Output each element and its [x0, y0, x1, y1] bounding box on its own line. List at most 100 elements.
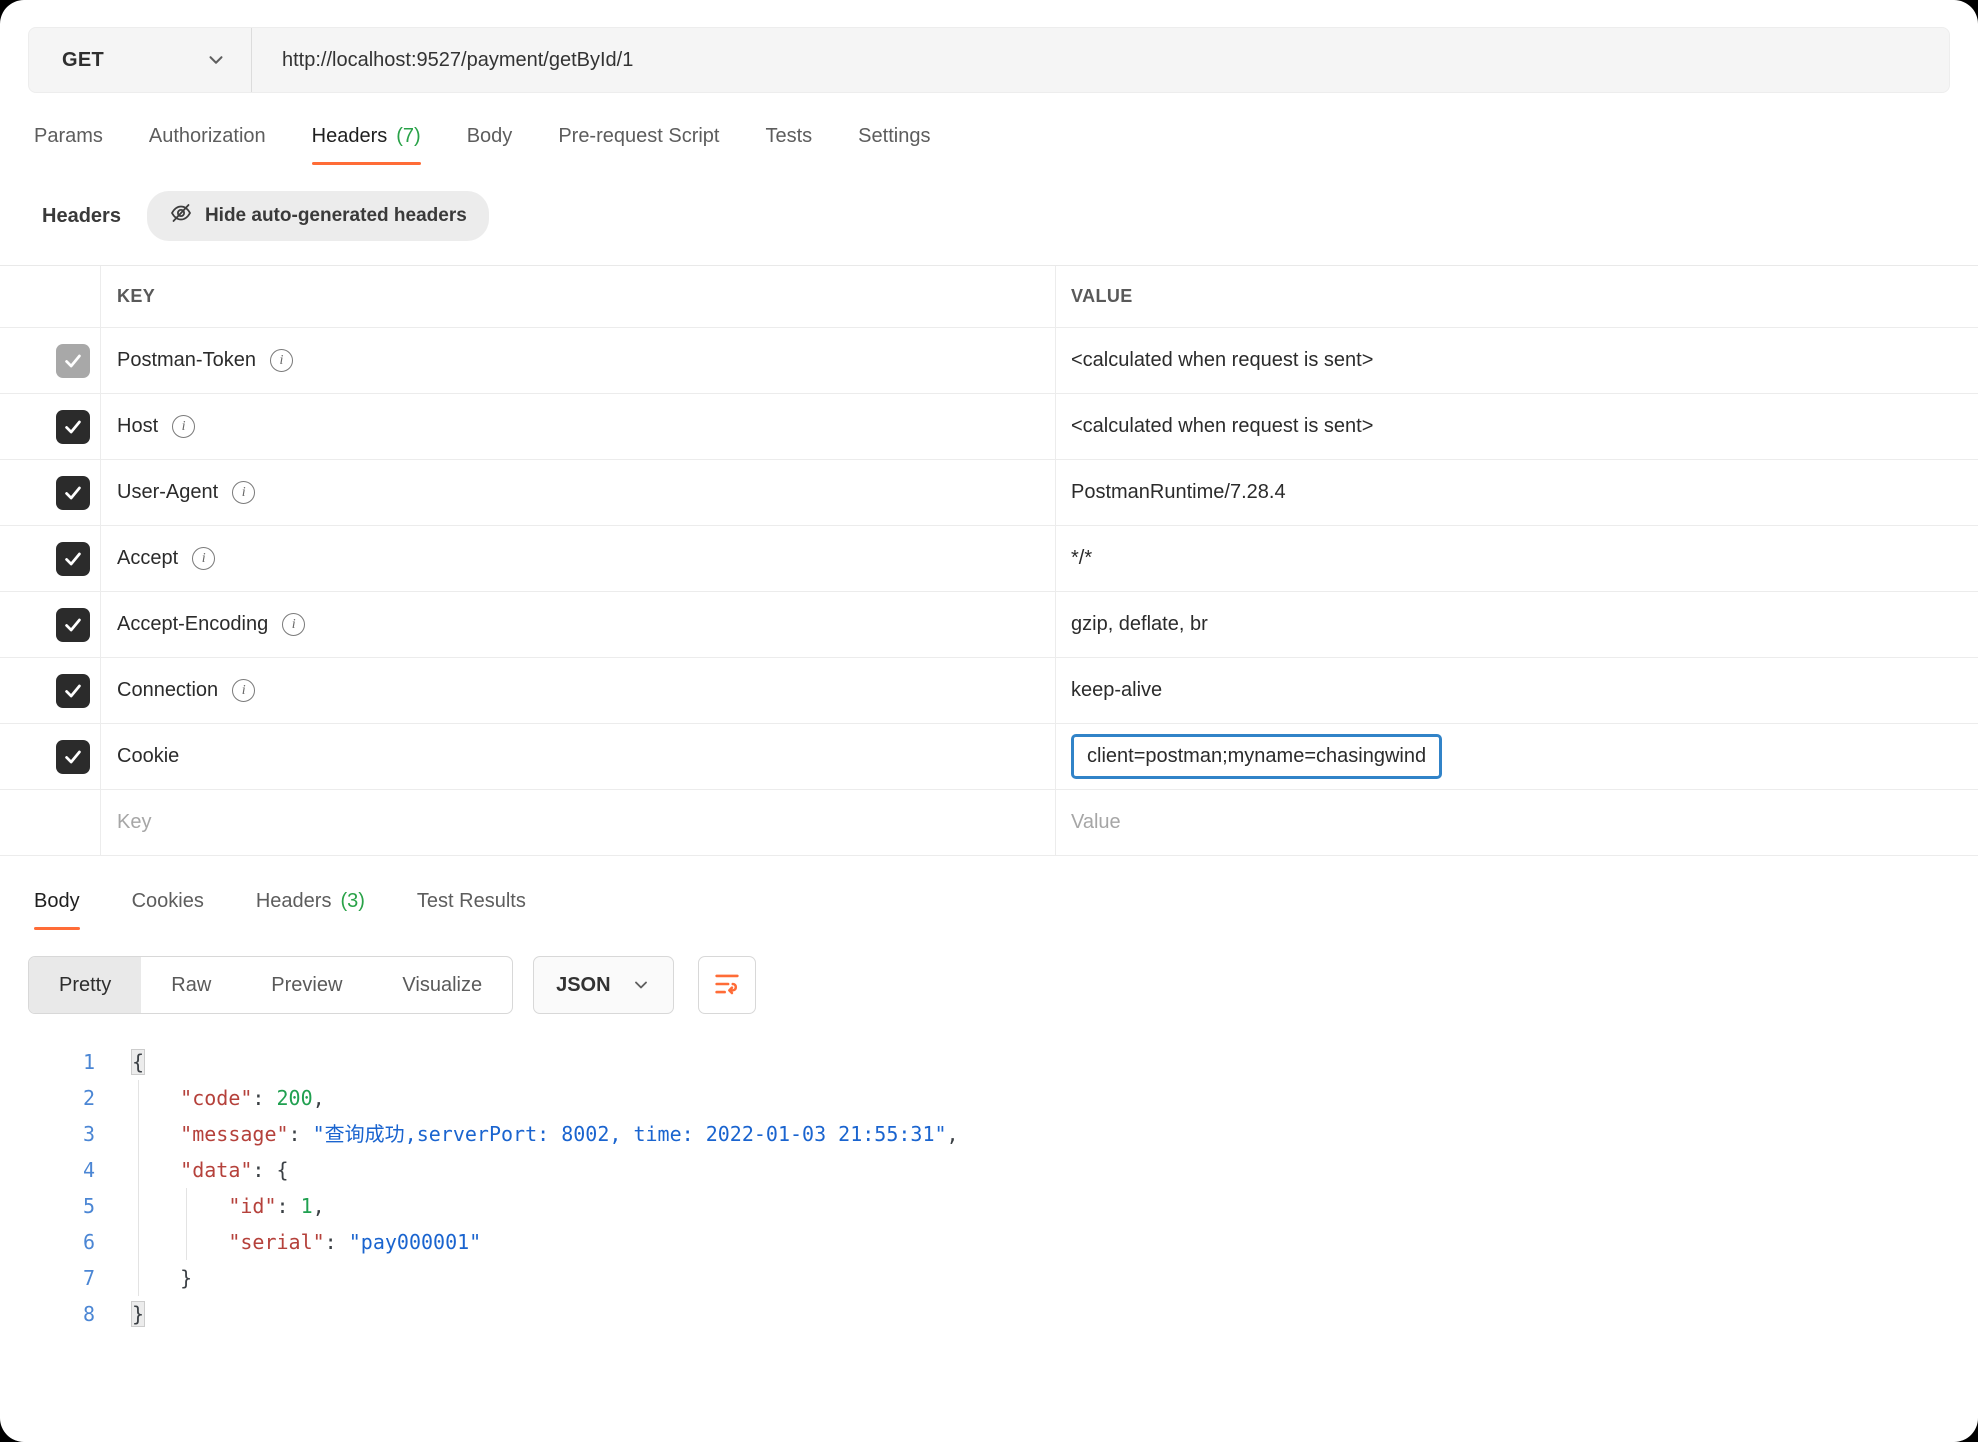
tab-count: (7)	[396, 125, 420, 148]
tab-label: Body	[34, 890, 80, 913]
method-label: GET	[62, 49, 104, 72]
row-checkbox[interactable]	[56, 608, 90, 642]
chevron-down-icon	[205, 49, 227, 71]
request-tab-params[interactable]: Params	[34, 125, 103, 165]
header-value[interactable]: <calculated when request is sent>	[1071, 349, 1373, 372]
checkbox-column-header	[0, 266, 100, 327]
response-tab-body[interactable]: Body	[34, 890, 80, 930]
header-key[interactable]: Host	[117, 415, 158, 438]
header-row-accept: Accept */*	[0, 526, 1978, 592]
row-checkbox[interactable]	[56, 344, 90, 378]
request-tab-body[interactable]: Body	[467, 125, 513, 165]
eye-off-icon	[169, 201, 193, 231]
request-tab-pre-request-script[interactable]: Pre-request Script	[558, 125, 719, 165]
code-line: 8}	[0, 1296, 1978, 1332]
header-value[interactable]: */*	[1071, 547, 1092, 570]
tab-label: Tests	[765, 125, 812, 148]
code-line-content: "data": {	[95, 1152, 289, 1188]
code-line-content: "message": "查询成功,serverPort: 8002, time:…	[95, 1116, 959, 1152]
code-line-content: "code": 200,	[95, 1080, 325, 1116]
tab-count: (3)	[340, 890, 364, 913]
header-key[interactable]: Accept-Encoding	[117, 613, 268, 636]
header-value-input-focused[interactable]: client=postman;myname=chasingwind	[1071, 734, 1442, 779]
code-line: 1{	[0, 1044, 1978, 1080]
line-number: 5	[0, 1188, 95, 1224]
code-line-content: "serial": "pay000001"	[95, 1224, 481, 1260]
line-number: 8	[0, 1296, 95, 1332]
response-toolbar: PrettyRawPreviewVisualize JSON	[0, 930, 1978, 1014]
code-line: 3 "message": "查询成功,serverPort: 8002, tim…	[0, 1116, 1978, 1152]
table-header-row: KEY VALUE	[0, 266, 1978, 328]
tab-label: Settings	[858, 125, 930, 148]
code-lines: 1{2 "code": 200,3 "message": "查询成功,serve…	[0, 1044, 1978, 1332]
request-url-bar: GET http://localhost:9527/payment/getByI…	[28, 27, 1950, 93]
header-row-connection: Connection keep-alive	[0, 658, 1978, 724]
header-key[interactable]: User-Agent	[117, 481, 218, 504]
tab-label: Headers	[256, 890, 332, 913]
view-mode-pretty[interactable]: Pretty	[29, 957, 141, 1013]
info-icon[interactable]	[232, 481, 255, 504]
url-input[interactable]: http://localhost:9527/payment/getById/1	[252, 28, 1949, 92]
wrap-lines-button[interactable]	[698, 956, 756, 1014]
hide-auto-generated-headers-button[interactable]: Hide auto-generated headers	[147, 191, 489, 241]
header-key[interactable]: Connection	[117, 679, 218, 702]
request-tab-settings[interactable]: Settings	[858, 125, 930, 165]
tab-label: Pre-request Script	[558, 125, 719, 148]
header-key[interactable]: Postman-Token	[117, 349, 256, 372]
key-placeholder-input[interactable]: Key	[117, 811, 151, 834]
empty-checkbox-cell	[0, 790, 100, 855]
code-line-content: }	[95, 1260, 192, 1296]
new-header-row: Key Value	[0, 790, 1978, 856]
view-mode-visualize[interactable]: Visualize	[372, 957, 512, 1013]
code-line: 5 "id": 1,	[0, 1188, 1978, 1224]
header-row-user-agent: User-Agent PostmanRuntime/7.28.4	[0, 460, 1978, 526]
response-tab-cookies[interactable]: Cookies	[132, 890, 204, 930]
request-tab-authorization[interactable]: Authorization	[149, 125, 266, 165]
row-checkbox[interactable]	[56, 740, 90, 774]
header-value[interactable]: keep-alive	[1071, 679, 1162, 702]
request-tab-headers[interactable]: Headers(7)	[312, 125, 421, 165]
method-dropdown[interactable]: GET	[29, 28, 251, 92]
header-key[interactable]: Accept	[117, 547, 178, 570]
column-header-key: KEY	[100, 266, 1055, 327]
info-icon[interactable]	[192, 547, 215, 570]
request-tabs: Params Authorization Headers(7) Body Pre-req…	[0, 93, 1978, 165]
row-checkbox[interactable]	[56, 542, 90, 576]
response-tab-headers[interactable]: Headers (3)	[256, 890, 365, 930]
response-tab-test-results[interactable]: Test Results	[417, 890, 526, 930]
header-key[interactable]: Cookie	[117, 745, 179, 768]
value-placeholder-input[interactable]: Value	[1071, 811, 1121, 834]
info-icon[interactable]	[270, 349, 293, 372]
tab-label: Test Results	[417, 890, 526, 913]
line-number: 4	[0, 1152, 95, 1188]
headers-table: KEY VALUE Postman-Token <calculated when …	[0, 265, 1978, 856]
header-row-postman-token: Postman-Token <calculated when request is…	[0, 328, 1978, 394]
line-number: 1	[0, 1044, 95, 1080]
info-icon[interactable]	[232, 679, 255, 702]
view-mode-preview[interactable]: Preview	[241, 957, 372, 1013]
response-body-code: 1{2 "code": 200,3 "message": "查询成功,serve…	[0, 1044, 1978, 1332]
code-line-content: {	[95, 1044, 144, 1080]
info-icon[interactable]	[282, 613, 305, 636]
header-value[interactable]: PostmanRuntime/7.28.4	[1071, 481, 1286, 504]
header-value[interactable]: gzip, deflate, br	[1071, 613, 1208, 636]
header-value[interactable]: <calculated when request is sent>	[1071, 415, 1373, 438]
info-icon[interactable]	[172, 415, 195, 438]
headers-table-body: Postman-Token <calculated when request is…	[0, 328, 1978, 790]
header-row-host: Host <calculated when request is sent>	[0, 394, 1978, 460]
view-mode-raw[interactable]: Raw	[141, 957, 241, 1013]
language-dropdown[interactable]: JSON	[533, 956, 673, 1014]
row-checkbox[interactable]	[56, 410, 90, 444]
row-checkbox[interactable]	[56, 476, 90, 510]
headers-section-bar: Headers Hide auto-generated headers	[0, 165, 1978, 265]
url-text: http://localhost:9527/payment/getById/1	[282, 49, 633, 72]
code-line-content: "id": 1,	[95, 1188, 325, 1224]
line-number: 3	[0, 1116, 95, 1152]
indent-guide	[138, 1080, 139, 1296]
response-tabs: Body Cookies Headers (3) Test Results	[0, 856, 1978, 930]
row-checkbox[interactable]	[56, 674, 90, 708]
column-header-value: VALUE	[1055, 266, 1978, 327]
request-tab-tests[interactable]: Tests	[765, 125, 812, 165]
hide-toggle-label: Hide auto-generated headers	[205, 205, 467, 227]
tab-label: Authorization	[149, 125, 266, 148]
